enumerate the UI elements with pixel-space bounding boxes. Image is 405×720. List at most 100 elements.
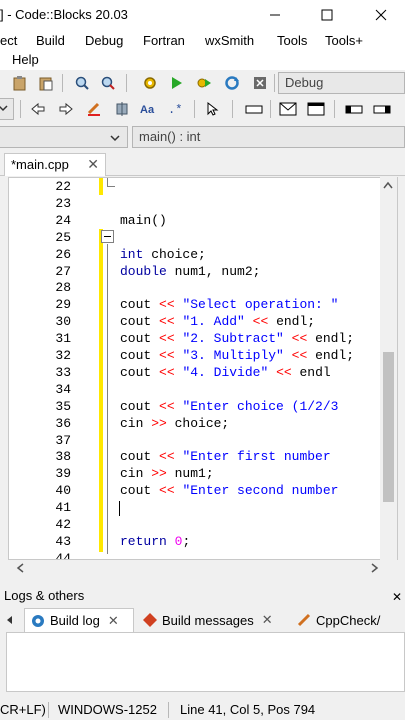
menu-tools-plus[interactable]: Tools+ <box>325 33 363 48</box>
menu-project[interactable]: ect <box>0 33 17 48</box>
scroll-up-icon[interactable] <box>380 177 397 194</box>
maximize-icon <box>321 9 333 21</box>
code-line[interactable]: 43 return 0; <box>9 533 397 550</box>
tabs-scroll-left-icon[interactable] <box>4 608 18 632</box>
code-line[interactable]: 35 cout << "Enter choice (1/2/3 <box>9 398 397 415</box>
code-line[interactable]: 37 <box>9 432 397 449</box>
code-line[interactable]: 39 cin >> num1; <box>9 465 397 482</box>
replace-icon[interactable] <box>98 73 118 93</box>
code-line[interactable]: 30 cout << "1. Add" << endl; <box>9 313 397 330</box>
line-code: main() <box>120 212 167 228</box>
close-button[interactable] <box>358 0 404 30</box>
code-line[interactable]: 41 <box>9 499 397 516</box>
code-line[interactable]: 27 double num1, num2; <box>9 263 397 280</box>
code-line[interactable]: 29 cout << "Select operation: " <box>9 296 397 313</box>
code-line[interactable]: 23 <box>9 195 397 212</box>
vertical-scrollbar[interactable] <box>380 177 397 560</box>
status-eol: CR+LF) <box>0 702 46 717</box>
paste-icon[interactable] <box>10 73 30 93</box>
window-title: ] - Code::Blocks 20.03 <box>0 7 128 22</box>
tab-label: Build log <box>50 613 100 628</box>
code-line[interactable]: 31 cout << "2. Subtract" << endl; <box>9 330 397 347</box>
tab-cppcheck[interactable]: CppCheck/ <box>296 608 405 632</box>
tab-build-messages[interactable]: Build messages ✕ <box>142 608 288 632</box>
clipboard-icon[interactable] <box>36 73 56 93</box>
arrow-right-icon[interactable] <box>56 99 76 119</box>
line-number: 38 <box>55 449 71 465</box>
build-and-run-icon[interactable] <box>194 73 214 93</box>
line-number: 32 <box>55 348 71 363</box>
arrow-left-icon[interactable] <box>28 99 48 119</box>
line-code: cout << "Enter second number <box>120 483 339 499</box>
match-case-icon[interactable]: Aa <box>139 99 159 119</box>
tab-build-log[interactable]: Build log ✕ <box>24 608 134 632</box>
close-tab-icon[interactable]: ✕ <box>262 612 273 628</box>
select-cursor-icon[interactable] <box>202 99 222 119</box>
menu-debug[interactable]: Debug <box>85 33 123 48</box>
code-line[interactable]: 36 cin >> choice; <box>9 415 397 432</box>
close-tab-icon[interactable]: ✕ <box>108 613 119 629</box>
code-line[interactable]: 42 <box>9 516 397 533</box>
status-bar: CR+LF) WINDOWS-1252 Line 41, Col 5, Pos … <box>0 700 405 720</box>
code-line[interactable]: 34 <box>9 381 397 398</box>
window-icon[interactable] <box>306 99 326 119</box>
scroll-left-icon[interactable] <box>12 560 29 577</box>
line-number: 28 <box>55 280 71 296</box>
scroll-right-icon[interactable] <box>366 560 383 577</box>
code-line[interactable]: 26 int choice; <box>9 246 397 263</box>
svg-text:.*: .* <box>168 103 182 117</box>
line-number: 24 <box>55 212 71 228</box>
menu-wxsmith[interactable]: wxSmith <box>205 33 254 48</box>
gear-icon <box>32 614 44 627</box>
code-line[interactable]: 24 main() <box>9 212 397 229</box>
line-code: cin >> choice; <box>120 415 230 431</box>
panel-alt-icon[interactable] <box>372 99 392 119</box>
build-target-select[interactable]: Debug <box>278 72 405 94</box>
menu-build[interactable]: Build <box>36 33 65 48</box>
line-code: cout << "1. Add" << endl; <box>120 314 316 330</box>
scope-combo[interactable] <box>0 126 128 148</box>
code-line[interactable]: 22 <box>9 178 397 195</box>
code-line[interactable]: 38 cout << "Enter first number <box>9 448 397 465</box>
tab-main-cpp[interactable]: *main.cpp ✕ <box>4 153 106 176</box>
regex-icon[interactable]: .* <box>166 99 186 119</box>
find-icon[interactable] <box>72 73 92 93</box>
logs-content[interactable] <box>6 632 405 692</box>
line-number: 27 <box>55 263 71 279</box>
code-line[interactable]: 25 <box>9 229 397 246</box>
title-bar: ] - Code::Blocks 20.03 <box>0 0 405 30</box>
chevron-down-icon <box>0 105 8 112</box>
panel-icon[interactable] <box>344 99 364 119</box>
build-gear-icon[interactable] <box>140 73 160 93</box>
highlight-icon[interactable] <box>84 99 104 119</box>
close-panel-icon[interactable]: ✕ <box>392 590 402 604</box>
line-code: cout << "2. Subtract" << endl; <box>120 331 355 347</box>
rectangle-icon[interactable] <box>244 99 264 119</box>
scope-select[interactable] <box>0 98 14 120</box>
close-tab-icon[interactable]: ✕ <box>87 156 99 173</box>
toggle-bookmark-icon[interactable] <box>112 99 132 119</box>
code-line[interactable]: 40 cout << "Enter second number <box>9 482 397 499</box>
rebuild-icon[interactable] <box>222 73 242 93</box>
horizontal-scrollbar[interactable] <box>8 560 388 577</box>
maximize-button[interactable] <box>304 0 350 30</box>
code-line[interactable]: 28 <box>9 279 397 296</box>
code-line[interactable]: 33 cout << "4. Divide" << endl <box>9 364 397 381</box>
minimize-button[interactable] <box>252 0 298 30</box>
line-number: 35 <box>55 398 71 414</box>
text-cursor <box>119 501 120 516</box>
envelope-icon[interactable] <box>278 99 298 119</box>
scroll-thumb[interactable] <box>383 352 394 502</box>
menu-tools[interactable]: Tools <box>277 33 307 48</box>
menu-fortran[interactable]: Fortran <box>143 33 185 48</box>
line-code: cout << "Enter first number <box>120 449 331 465</box>
abort-icon[interactable] <box>250 73 270 93</box>
function-select[interactable]: main() : int <box>132 126 405 148</box>
menu-help[interactable]: Help <box>12 52 39 67</box>
code-editor[interactable]: 22 23 24 main() 25 26 int choice; 27 double num1… <box>8 177 398 560</box>
run-icon[interactable] <box>166 73 186 93</box>
code-line[interactable]: 32 cout << "3. Multiply" << endl; <box>9 347 397 364</box>
tab-label: Build messages <box>162 612 254 628</box>
code-line[interactable]: 44 <box>9 550 397 559</box>
tab-label: *main.cpp <box>11 157 69 172</box>
